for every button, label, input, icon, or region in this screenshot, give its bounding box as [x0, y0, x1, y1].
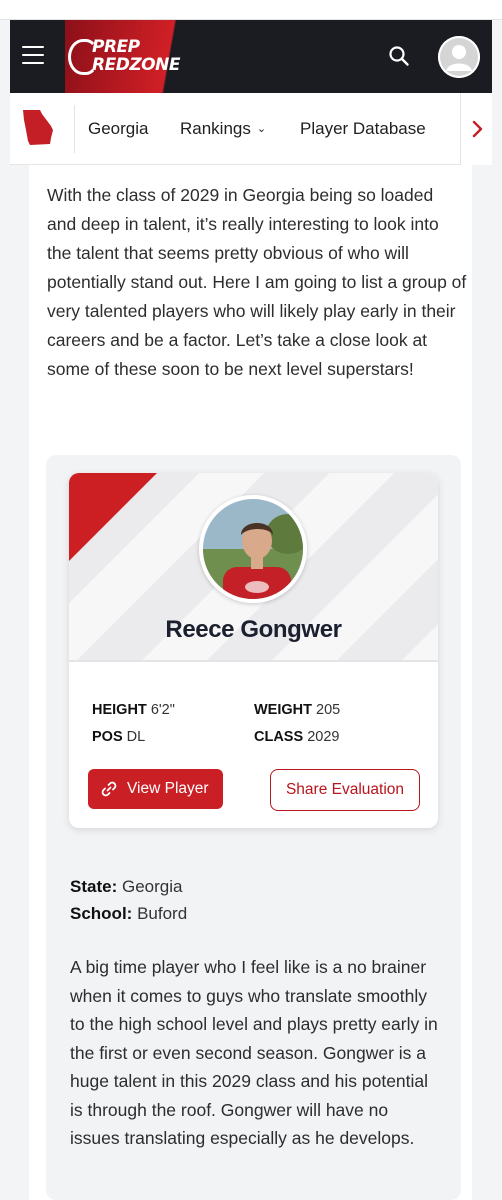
stat-class-value: 2029: [307, 729, 340, 745]
stat-height-label: HEIGHT: [92, 702, 147, 718]
player-evaluation-text: A big time player who I feel like is a n…: [70, 957, 438, 1148]
search-icon[interactable]: [388, 45, 410, 67]
player-card: Reece Gongwer HEIGHT 6'2" WEIGHT 205 POS…: [69, 473, 438, 828]
stat-class: CLASS 2029: [254, 729, 339, 745]
view-player-label: View Player: [127, 780, 209, 797]
card-divider: [69, 660, 438, 662]
card-red-corner: [69, 473, 157, 561]
state-label: State:: [70, 877, 118, 896]
nav-item-rankings-label: Rankings: [180, 119, 251, 138]
player-photo: [199, 495, 307, 603]
stat-weight-label: WEIGHT: [254, 702, 312, 718]
nav-item-player-database[interactable]: Player Database: [300, 119, 426, 139]
school-value: Buford: [137, 904, 188, 923]
hamburger-menu-icon[interactable]: [22, 46, 44, 66]
prep-redzone-logo[interactable]: PREP REDZONE: [62, 33, 180, 81]
stat-weight: WEIGHT 205: [254, 702, 340, 718]
state-value: Georgia: [121, 877, 183, 896]
stat-position: POS DL: [92, 729, 145, 745]
player-state: State: Georgia: [70, 877, 182, 897]
georgia-state-icon[interactable]: [20, 108, 54, 148]
stat-class-label: CLASS: [254, 729, 304, 745]
link-icon: [101, 781, 117, 797]
view-player-button[interactable]: View Player: [88, 769, 223, 809]
chevron-right-icon: [472, 120, 483, 138]
stat-weight-value: 205: [316, 702, 341, 718]
nav-item-rankings[interactable]: Rankings ⌄: [180, 119, 266, 139]
article-intro-paragraph: With the class of 2029 in Georgia being …: [47, 185, 467, 379]
subnav-scroll-next[interactable]: [460, 93, 492, 165]
site-header: PREP REDZONE: [10, 20, 492, 93]
article-body: With the class of 2029 in Georgia being …: [29, 165, 472, 1200]
subnav-divider: [74, 105, 75, 153]
user-avatar-icon[interactable]: [438, 36, 480, 78]
logo-text-redzone: REDZONE: [92, 55, 180, 75]
nav-item-georgia[interactable]: Georgia: [88, 119, 148, 139]
stat-pos-label: POS: [92, 729, 123, 745]
player-section: Reece Gongwer HEIGHT 6'2" WEIGHT 205 POS…: [46, 455, 461, 1200]
browser-top-strip: [0, 0, 502, 20]
stat-pos-value: DL: [126, 729, 146, 745]
share-evaluation-button[interactable]: Share Evaluation: [270, 769, 420, 811]
stat-height: HEIGHT 6'2": [92, 702, 175, 718]
stat-height-value: 6'2": [150, 702, 175, 718]
chevron-down-icon: ⌄: [256, 123, 267, 135]
school-label: School:: [70, 904, 133, 923]
logo-text-prep: PREP: [92, 37, 140, 57]
player-school: School: Buford: [70, 904, 187, 924]
player-name: Reece Gongwer: [165, 616, 342, 643]
state-subnav: Georgia Rankings ⌄ Player Database: [10, 93, 492, 165]
